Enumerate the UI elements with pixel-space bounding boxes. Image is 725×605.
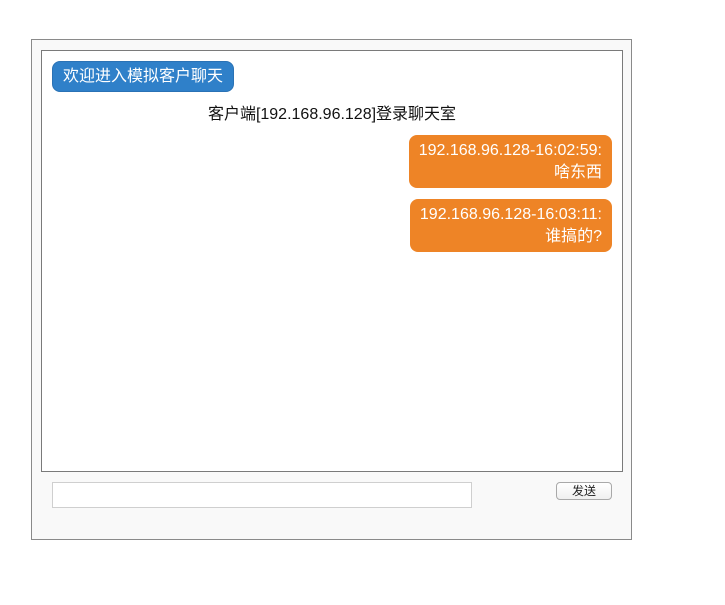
message-bubble: 192.168.96.128-16:02:59: 啥东西	[408, 135, 612, 188]
chat-window: 欢迎进入模拟客户聊天 客户端[192.168.96.128]登录聊天室 192.…	[31, 39, 632, 540]
message-text: 啥东西	[553, 164, 602, 181]
system-login-message: 客户端[192.168.96.128]登录聊天室	[207, 106, 457, 123]
chat-log: 欢迎进入模拟客户聊天 客户端[192.168.96.128]登录聊天室 192.…	[41, 50, 623, 472]
message-text: 谁搞的?	[545, 228, 602, 245]
message-bubble: 192.168.96.128-16:03:11: 谁搞的?	[409, 199, 612, 252]
welcome-banner: 欢迎进入模拟客户聊天	[52, 61, 235, 92]
message-sender: 192.168.96.128-16:02:59:	[418, 142, 602, 159]
message-sender: 192.168.96.128-16:03:11:	[419, 206, 602, 223]
message-input[interactable]	[52, 482, 472, 508]
send-button[interactable]: 发送	[556, 482, 612, 500]
